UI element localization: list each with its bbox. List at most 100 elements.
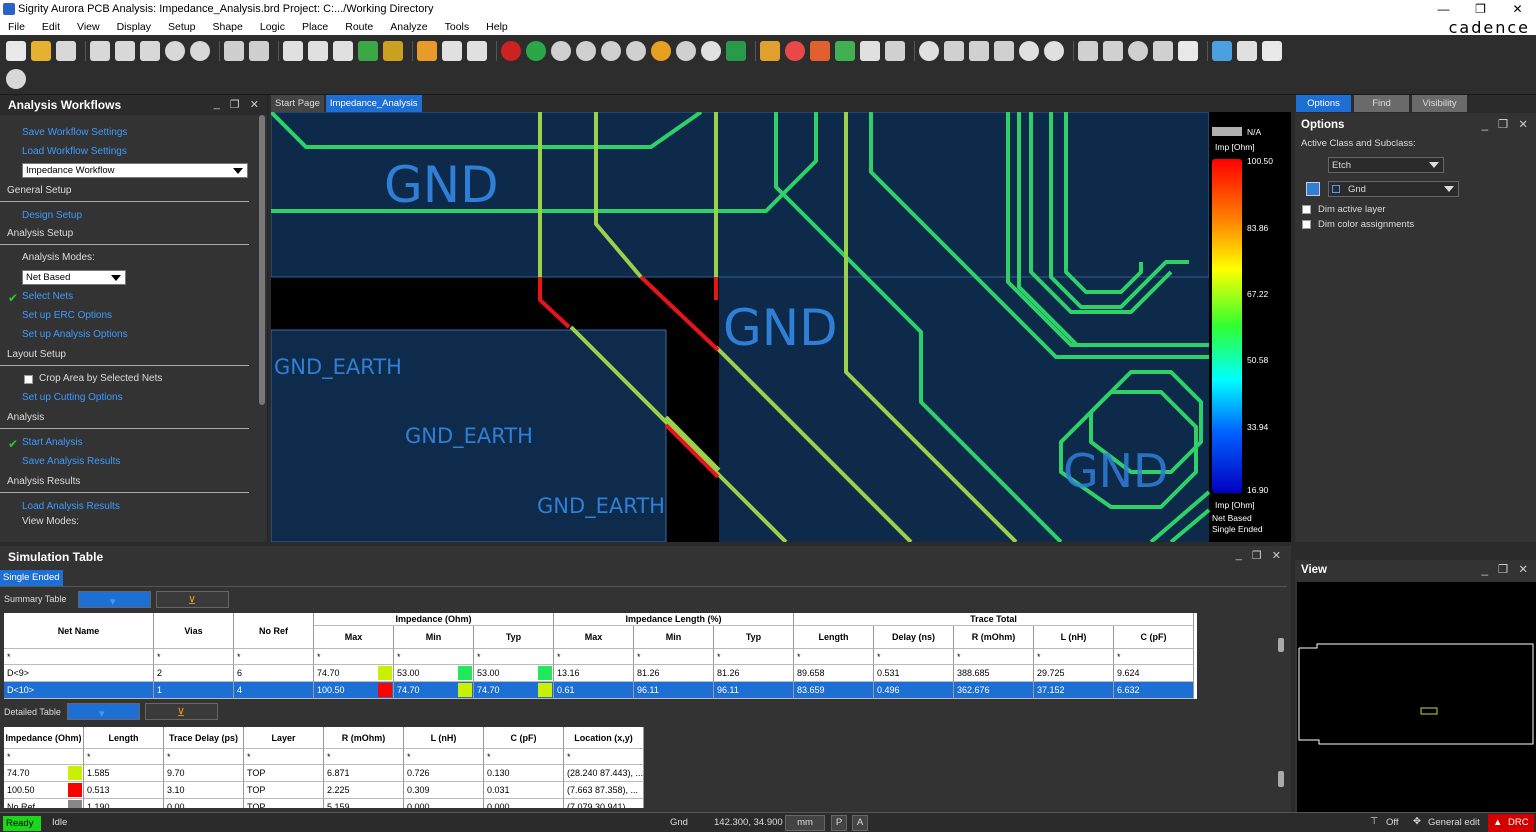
highlight-icon[interactable] <box>1019 41 1039 61</box>
analysis-icon[interactable] <box>1212 41 1232 61</box>
menu-view[interactable]: View <box>69 21 109 33</box>
chip-icon[interactable] <box>383 41 403 61</box>
menu-tools[interactable]: Tools <box>437 21 479 33</box>
table-cell[interactable]: 96.11 <box>714 682 794 699</box>
filter-cell[interactable]: * <box>234 649 314 665</box>
table-cell[interactable]: 6 <box>234 665 314 682</box>
add-line-icon[interactable] <box>283 41 303 61</box>
save-workflow-settings-link[interactable]: Save Workflow Settings <box>0 123 267 142</box>
menu-edit[interactable]: Edit <box>34 21 69 33</box>
close-panel-icon[interactable]: ✕ <box>1272 549 1281 562</box>
tab-find[interactable]: Find <box>1354 95 1409 112</box>
add-text-icon[interactable] <box>308 41 328 61</box>
shape-icon[interactable] <box>994 41 1014 61</box>
table-cell[interactable]: D<9> <box>4 665 154 682</box>
share-icon[interactable] <box>6 69 26 89</box>
summary-scrollbar[interactable] <box>1278 638 1284 652</box>
detail-table-cell[interactable]: 1.585 <box>84 765 164 782</box>
column-header[interactable]: R (mOhm) <box>954 626 1034 649</box>
menu-help[interactable]: Help <box>478 21 517 33</box>
units-button[interactable]: mm <box>785 815 825 831</box>
erc-options-link[interactable]: Set up ERC Options <box>0 306 267 325</box>
detail-table-cell[interactable]: TOP <box>244 799 324 808</box>
minimize-button[interactable]: — <box>1425 0 1462 18</box>
detail-table-cell[interactable]: 0.726 <box>404 765 484 782</box>
tab-visibility[interactable]: Visibility <box>1412 95 1467 112</box>
detail-table-cell[interactable]: 2.225 <box>324 782 404 799</box>
save-icon[interactable] <box>56 41 76 61</box>
table-cell[interactable]: 2 <box>154 665 234 682</box>
filter-cell[interactable]: * <box>394 649 474 665</box>
detail-table-cell[interactable]: 0.00 <box>164 799 244 808</box>
detail-column-header[interactable]: Layer <box>244 727 324 749</box>
table-cell[interactable]: 81.26 <box>714 665 794 682</box>
zoom-out-icon[interactable] <box>626 41 646 61</box>
detail-table-cell[interactable]: (28.240 87.443), ... <box>564 765 644 782</box>
add-rect-icon[interactable] <box>1103 41 1123 61</box>
class-select[interactable]: Etch <box>1328 157 1444 173</box>
subclass-select[interactable]: Gnd <box>1328 181 1459 197</box>
zoom-fit-icon[interactable] <box>551 41 571 61</box>
open-folder-icon[interactable] <box>31 41 51 61</box>
menu-file[interactable]: File <box>0 21 34 33</box>
redo-icon[interactable] <box>190 41 210 61</box>
detail-table-cell[interactable]: (7.079 30.941) <box>564 799 644 808</box>
summary-clear-filter-button[interactable]: ⊻ <box>156 591 229 608</box>
column-header-no-ref[interactable]: No Ref <box>234 613 314 649</box>
float-panel-icon[interactable]: ❐ <box>1498 560 1508 580</box>
table-cell[interactable]: 89.658 <box>794 665 874 682</box>
menu-analyze[interactable]: Analyze <box>382 21 436 33</box>
select-icon[interactable] <box>1153 41 1173 61</box>
column-header[interactable]: Length <box>794 626 874 649</box>
detail-column-header[interactable]: Length <box>84 727 164 749</box>
zoom-window-icon[interactable] <box>576 41 596 61</box>
detail-column-header[interactable]: Location (x,y) <box>564 727 644 749</box>
detail-filter-cell[interactable]: * <box>244 749 324 765</box>
pin-icon[interactable] <box>224 41 244 61</box>
layers-icon[interactable] <box>835 41 855 61</box>
select-nets-link[interactable]: ✔ Select Nets <box>0 287 267 306</box>
dim-color-checkbox[interactable] <box>1302 220 1311 229</box>
load-workflow-settings-link[interactable]: Load Workflow Settings <box>0 142 267 161</box>
shadow-icon[interactable] <box>810 41 830 61</box>
subclass-color-swatch[interactable] <box>1306 182 1320 196</box>
a-button[interactable]: A <box>852 815 868 831</box>
close-panel-icon[interactable]: ✕ <box>1518 560 1528 580</box>
edit-text-icon[interactable] <box>333 41 353 61</box>
color-icon[interactable] <box>785 41 805 61</box>
table-cell[interactable]: 1 <box>154 682 234 699</box>
filter-cell[interactable]: * <box>794 649 874 665</box>
dehighlight-icon[interactable] <box>1044 41 1064 61</box>
filter-cell[interactable]: * <box>1034 649 1114 665</box>
column-header[interactable]: Max <box>314 626 394 649</box>
float-panel-icon[interactable]: ❐ <box>1498 115 1508 135</box>
dim-active-layer-checkbox[interactable] <box>1302 205 1311 214</box>
menu-setup[interactable]: Setup <box>160 21 204 33</box>
comment-icon[interactable] <box>1262 41 1282 61</box>
column-header[interactable]: C (pF) <box>1114 626 1194 649</box>
menu-place[interactable]: Place <box>294 21 337 33</box>
stop-icon[interactable] <box>501 41 521 61</box>
table-cell[interactable]: 29.725 <box>1034 665 1114 682</box>
table-cell[interactable]: 13.16 <box>554 665 634 682</box>
detail-column-header[interactable]: Trace Delay (ps) <box>164 727 244 749</box>
detail-filter-cell[interactable]: * <box>84 749 164 765</box>
zoom-previous-icon[interactable] <box>651 41 671 61</box>
menu-route[interactable]: Route <box>337 21 382 33</box>
float-panel-icon[interactable]: ❐ <box>230 98 240 111</box>
column-header[interactable]: Typ <box>474 626 554 649</box>
fill-icon[interactable] <box>1178 41 1198 61</box>
design-setup-link[interactable]: Design Setup <box>0 206 267 225</box>
detail-table-cell[interactable]: 0.130 <box>484 765 564 782</box>
close-button[interactable]: ✕ <box>1499 0 1536 18</box>
detail-filter-cell[interactable]: * <box>4 749 84 765</box>
redraw-icon[interactable] <box>701 41 721 61</box>
filter-cell[interactable]: * <box>634 649 714 665</box>
dim-active-layer-option[interactable]: Dim active layer <box>1295 202 1536 217</box>
place-component-icon[interactable] <box>358 41 378 61</box>
filter-cell[interactable]: * <box>714 649 794 665</box>
dim-color-option[interactable]: Dim color assignments <box>1295 217 1536 232</box>
pcb-canvas[interactable]: GND GND GND_EARTH GND_EARTH GND_EARTH GN… <box>271 112 1291 542</box>
detail-filter-cell[interactable]: * <box>404 749 484 765</box>
undo-icon[interactable] <box>165 41 185 61</box>
